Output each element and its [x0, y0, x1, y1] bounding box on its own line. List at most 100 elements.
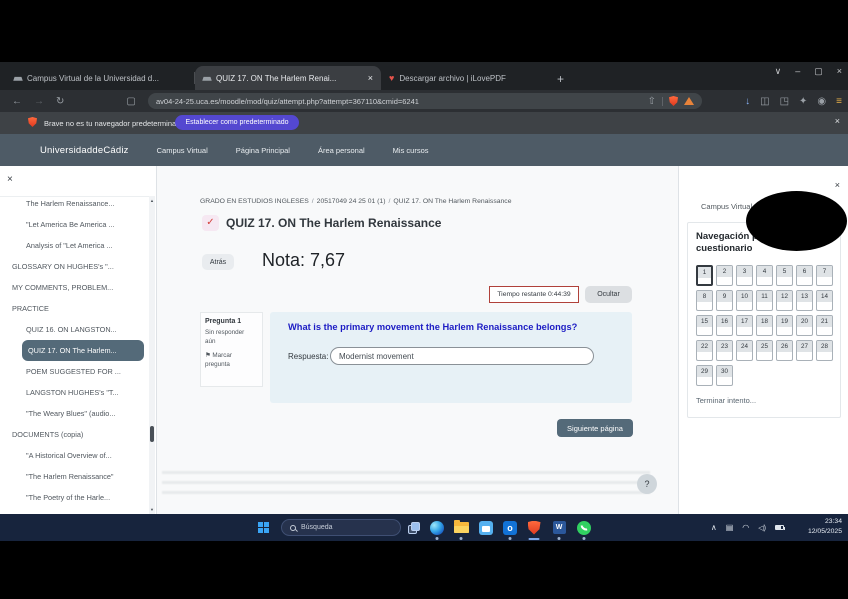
sidebar-item[interactable]: "A Historical Overview of... [0, 445, 150, 466]
url-text[interactable]: av04-24-25.uca.es/moodle/mod/quiz/attemp… [156, 97, 642, 106]
question-nav-button-27[interactable]: 27 [796, 339, 813, 361]
finish-attempt-link[interactable]: Terminar intento... [696, 396, 832, 405]
banner-close-icon[interactable]: × [835, 116, 840, 126]
help-button[interactable]: ? [637, 474, 657, 494]
question-nav-button-21[interactable]: 21 [816, 314, 833, 336]
question-nav-button-7[interactable]: 7 [816, 264, 833, 286]
brave-shield-icon[interactable] [669, 96, 678, 106]
question-nav-button-18[interactable]: 18 [756, 314, 773, 336]
word-button[interactable]: W [549, 514, 569, 541]
tab-ilovepdf[interactable]: ♥ Descargar archivo | iLovePDF [381, 66, 549, 90]
question-nav-button-12[interactable]: 12 [776, 289, 793, 311]
question-nav-button-8[interactable]: 8 [696, 289, 713, 311]
download-icon[interactable]: ↓ [745, 96, 750, 107]
rewards-icon[interactable]: ◉ [817, 96, 826, 107]
sidebar-item[interactable]: PRACTICE [0, 298, 150, 319]
nav-mis-cursos[interactable]: Mis cursos [393, 146, 429, 155]
question-nav-button-30[interactable]: 30 [716, 364, 733, 386]
question-nav-button-29[interactable]: 29 [696, 364, 713, 386]
maximize-icon[interactable]: ▢ [814, 66, 823, 77]
tab-campus-virtual[interactable]: Campus Virtual de la Universidad d... [6, 66, 194, 90]
menu-icon[interactable]: ≡ [836, 96, 842, 107]
close-window-icon[interactable]: × [837, 66, 842, 77]
wifi-icon[interactable]: ◠ [742, 523, 749, 532]
nav-area-personal[interactable]: Área personal [318, 146, 365, 155]
share-icon[interactable]: ⇧ [648, 96, 656, 107]
scroll-up-icon[interactable]: ▲ [149, 198, 155, 203]
file-explorer-button[interactable] [451, 514, 471, 541]
answer-input[interactable] [330, 347, 594, 365]
set-default-button[interactable]: Establecer como predeterminado [175, 115, 299, 130]
drawer-scrollbar[interactable]: ▲ ▼ [149, 196, 155, 514]
sidebar-item[interactable]: Analysis of "Let America ... [0, 235, 150, 256]
question-nav-button-20[interactable]: 20 [796, 314, 813, 336]
tray-chevron-icon[interactable]: ∧ [711, 523, 717, 532]
question-nav-button-2[interactable]: 2 [716, 264, 733, 286]
sidebar-item[interactable]: GLOSSARY ON HUGHES's "... [0, 256, 150, 277]
tab-search-icon[interactable]: ∨ [775, 66, 782, 77]
sidebar-item[interactable]: The Harlem Renaissance... [0, 197, 150, 214]
question-nav-button-3[interactable]: 3 [736, 264, 753, 286]
scroll-down-icon[interactable]: ▼ [149, 507, 155, 512]
outlook-button[interactable]: o [500, 514, 520, 541]
question-nav-button-4[interactable]: 4 [756, 264, 773, 286]
sidebar-item[interactable]: LANGSTON HUGHES's "T... [0, 382, 150, 403]
sidebar-item[interactable]: DOCUMENTS (copia) [0, 424, 150, 445]
picture-in-picture-icon[interactable]: ◳ [780, 96, 789, 107]
taskbar-search[interactable]: Búsqueda [281, 519, 401, 536]
question-nav-button-1[interactable]: 1 [696, 264, 713, 286]
breadcrumb-link[interactable]: GRADO EN ESTUDIOS INGLESES [200, 198, 309, 205]
question-nav-button-24[interactable]: 24 [736, 339, 753, 361]
store-button[interactable] [476, 514, 496, 541]
start-button[interactable] [253, 514, 273, 541]
drawer-close-icon[interactable]: × [7, 174, 13, 185]
bookmark-icon[interactable]: ▢ [126, 96, 135, 107]
back-button[interactable]: Atrás [202, 254, 234, 270]
flag-question-link[interactable]: ⚑ Marcar pregunta [205, 352, 245, 369]
nav-campus-virtual[interactable]: Campus Virtual [157, 146, 208, 155]
breadcrumb-link[interactable]: 20517049 24 25 01 (1) [317, 198, 386, 205]
forward-icon[interactable]: → [34, 96, 44, 107]
question-nav-button-17[interactable]: 17 [736, 314, 753, 336]
tab-quiz-active[interactable]: QUIZ 17. ON The Harlem Renai... × [195, 66, 381, 90]
question-nav-button-19[interactable]: 19 [776, 314, 793, 336]
question-nav-button-13[interactable]: 13 [796, 289, 813, 311]
question-nav-button-26[interactable]: 26 [776, 339, 793, 361]
uca-logo[interactable]: UniversidaddeCádiz [40, 145, 129, 156]
sidebar-item[interactable]: POEM SUGGESTED FOR ... [0, 361, 150, 382]
keyboard-layout-icon[interactable]: ▤ [726, 523, 734, 532]
question-nav-button-5[interactable]: 5 [776, 264, 793, 286]
question-nav-button-14[interactable]: 14 [816, 289, 833, 311]
edge-button[interactable] [427, 514, 447, 541]
question-nav-button-11[interactable]: 11 [756, 289, 773, 311]
split-view-icon[interactable]: ◫ [760, 96, 769, 107]
sidebar-item[interactable]: "The Weary Blues" (audio... [0, 403, 150, 424]
next-page-button[interactable]: Siguiente página [557, 419, 633, 437]
back-icon[interactable]: ← [12, 96, 22, 107]
whatsapp-button[interactable] [574, 514, 594, 541]
task-view-button[interactable] [404, 514, 424, 541]
question-nav-button-9[interactable]: 9 [716, 289, 733, 311]
question-nav-button-25[interactable]: 25 [756, 339, 773, 361]
sidebar-item[interactable]: QUIZ 16. ON LANGSTON... [0, 319, 150, 340]
brave-button[interactable] [524, 514, 544, 541]
reload-icon[interactable]: ↻ [56, 96, 64, 107]
sidebar-item[interactable]: MY COMMENTS, PROBLEM... [0, 277, 150, 298]
question-nav-button-23[interactable]: 23 [716, 339, 733, 361]
nav-pagina-principal[interactable]: Página Principal [236, 146, 290, 155]
new-tab-button[interactable]: + [557, 72, 564, 86]
battery-icon[interactable] [775, 525, 785, 530]
question-nav-button-15[interactable]: 15 [696, 314, 713, 336]
tab-close-icon[interactable]: × [368, 73, 373, 83]
address-bar[interactable]: av04-24-25.uca.es/moodle/mod/quiz/attemp… [148, 93, 702, 109]
scrollbar-thumb[interactable] [150, 426, 154, 442]
question-nav-button-6[interactable]: 6 [796, 264, 813, 286]
leo-ai-sparkle-icon[interactable]: ✦ [799, 96, 807, 107]
warning-triangle-icon[interactable] [684, 97, 694, 105]
sidebar-item[interactable]: "The Poetry of the Harle... [0, 487, 150, 508]
sidebar-item-active[interactable]: QUIZ 17. ON The Harlem... [22, 340, 144, 361]
drawer-close-icon[interactable]: × [835, 180, 840, 190]
volume-icon[interactable]: ◁) [758, 524, 766, 532]
sidebar-item[interactable]: "The Harlem Renaissance" [0, 466, 150, 487]
minimize-icon[interactable]: – [795, 66, 800, 77]
